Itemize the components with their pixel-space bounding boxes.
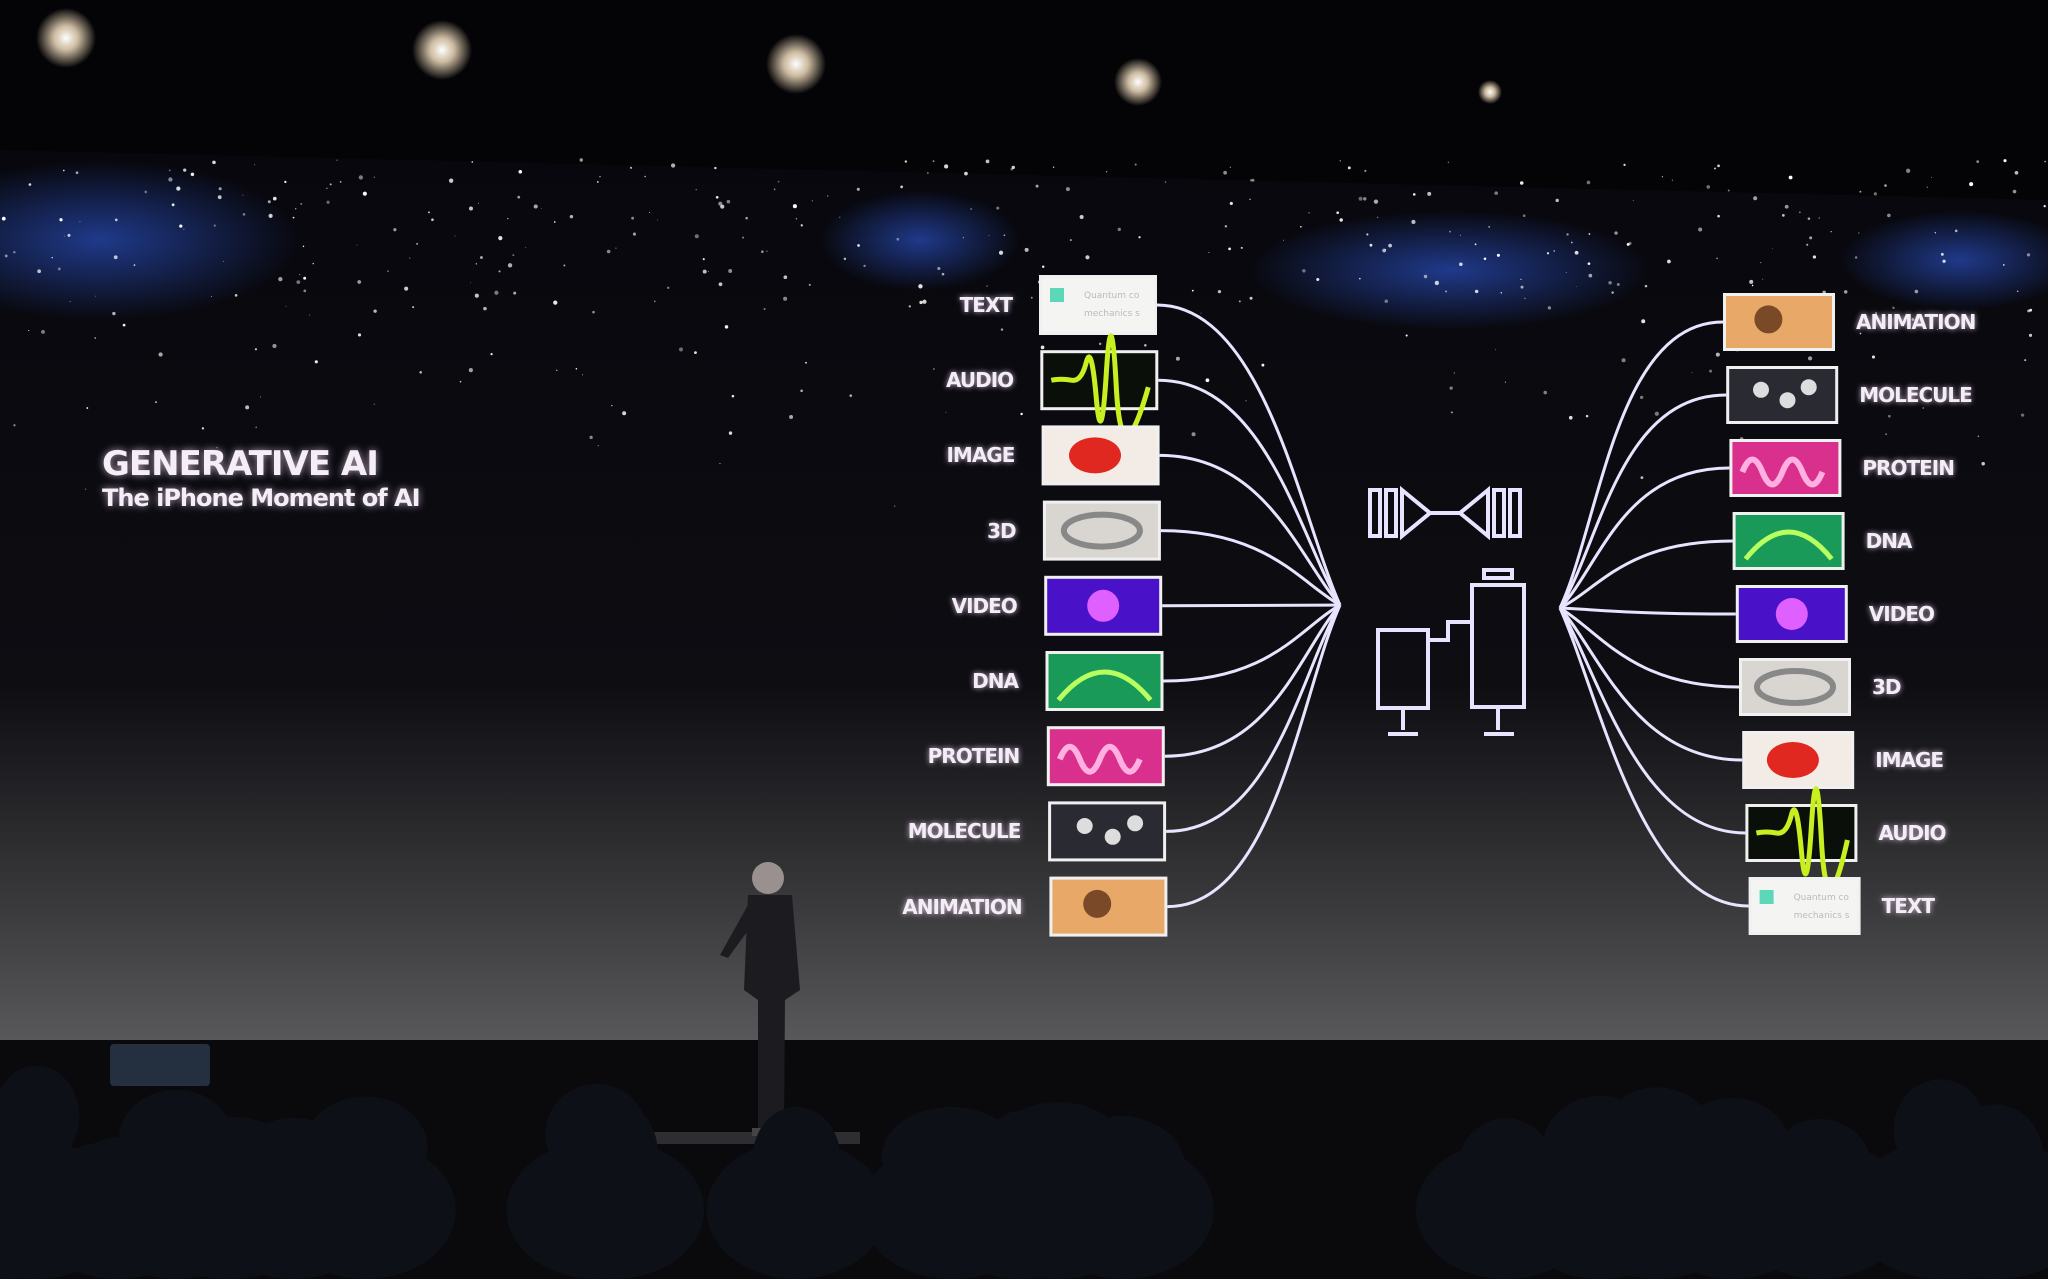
- text-thumbnail-line: Quantum co: [1084, 291, 1140, 301]
- thumbnail-in-video: [1044, 575, 1163, 636]
- output-label-animation: ANIMATION: [1856, 310, 1976, 334]
- output-label-molecule: MOLECULE: [1859, 383, 1973, 407]
- output-label-3d: 3D: [1872, 675, 1902, 699]
- input-label-text: TEXT: [959, 293, 1013, 317]
- thumbnail-out-3d: [1739, 658, 1851, 716]
- thumbnail-in-text: Quantum co mechanics s: [1039, 275, 1157, 335]
- output-label-protein: PROTEIN: [1862, 456, 1955, 480]
- input-label-image: IMAGE: [946, 443, 1015, 468]
- text-thumbnail-line: mechanics s: [1794, 911, 1850, 921]
- input-label-3d: 3D: [987, 518, 1017, 543]
- audience-phone: [110, 1044, 210, 1086]
- output-label-text: TEXT: [1881, 894, 1935, 918]
- input-label-animation: ANIMATION: [902, 894, 1022, 919]
- input-label-dna: DNA: [972, 669, 1019, 693]
- input-label-protein: PROTEIN: [927, 744, 1021, 769]
- thumbnail-out-image: [1742, 731, 1855, 789]
- thumbnail-in-dna: [1045, 651, 1164, 711]
- keynote-photo: Quantum co mechanics s Quantum co mechanics…: [0, 0, 2048, 1279]
- input-label-molecule: MOLECULE: [907, 819, 1022, 844]
- text-thumbnail-line: mechanics s: [1084, 309, 1140, 319]
- thumbnail-in-image: [1041, 425, 1160, 486]
- text-thumbnail-line: Quantum co: [1794, 893, 1850, 903]
- thumbnail-out-molecule: [1726, 366, 1839, 424]
- thumbnail-out-animation: [1723, 293, 1835, 351]
- output-label-video: VIDEO: [1868, 602, 1935, 626]
- output-label-dna: DNA: [1865, 529, 1913, 553]
- slide-subtitle: The iPhone Moment of AI: [102, 484, 421, 512]
- thumbnail-out-video: [1735, 585, 1848, 643]
- input-label-video: VIDEO: [951, 593, 1018, 618]
- thumbnail-out-dna: [1732, 512, 1845, 570]
- output-label-image: IMAGE: [1875, 748, 1944, 772]
- input-label-audio: AUDIO: [946, 368, 1014, 393]
- thumbnail-in-molecule: [1048, 801, 1167, 862]
- output-label-audio: AUDIO: [1878, 821, 1946, 845]
- thumbnail-in-3d: [1042, 500, 1161, 561]
- thumbnail-out-text: Quantum co mechanics s: [1748, 877, 1861, 935]
- thumbnail-in-animation: [1049, 876, 1168, 937]
- thumbnail-out-protein: [1729, 439, 1842, 497]
- connector-line: [1162, 603, 1341, 608]
- slide-title: GENERATIVE AI: [102, 444, 379, 484]
- thumbnail-in-protein: [1046, 726, 1165, 787]
